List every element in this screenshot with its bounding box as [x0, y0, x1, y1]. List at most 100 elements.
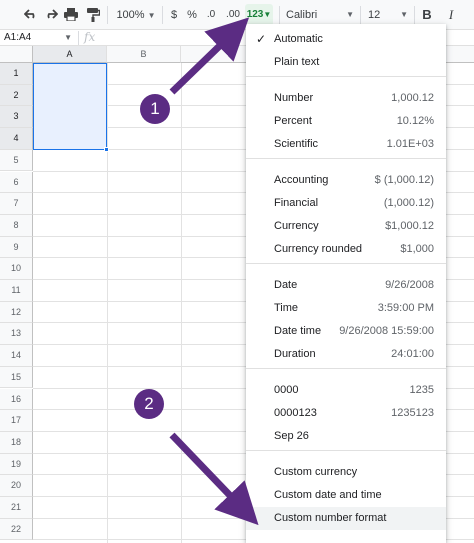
- menu-divider: [246, 450, 446, 451]
- fill-handle[interactable]: [104, 147, 109, 152]
- menu-item-label: Duration: [274, 348, 316, 360]
- grid-column-line: [107, 63, 108, 543]
- menu-item-example: 1235: [409, 384, 434, 396]
- menu-divider: [246, 368, 446, 369]
- row-header[interactable]: 3: [0, 106, 33, 129]
- menu-item-plain-text[interactable]: Plain text: [246, 51, 446, 74]
- number-format-menu: ✓ Automatic Plain text Number 1,000.12 Percen…: [246, 24, 446, 543]
- menu-item-financial[interactable]: Financial (1,000.12): [246, 192, 446, 215]
- row-header[interactable]: 2: [0, 84, 33, 107]
- menu-item-example: 1,000.12: [391, 92, 434, 104]
- menu-item-number[interactable]: Number 1,000.12: [246, 87, 446, 110]
- row-header[interactable]: 19: [0, 453, 33, 476]
- increase-decimal-button[interactable]: .00: [224, 4, 242, 26]
- row-header[interactable]: 7: [0, 193, 33, 215]
- row-header[interactable]: 6: [0, 171, 33, 194]
- column-header-b[interactable]: B: [107, 46, 181, 63]
- increase-decimal-label: .00: [226, 9, 240, 20]
- percent-format-button[interactable]: %: [186, 4, 198, 26]
- paint-format-icon[interactable]: [84, 4, 102, 26]
- row-header[interactable]: 11: [0, 280, 33, 302]
- font-size-select[interactable]: 12 ▼: [368, 4, 408, 26]
- menu-item-label: Number: [274, 92, 314, 104]
- menu-item-format-0000123[interactable]: 0000123 1235123: [246, 402, 446, 425]
- row-header[interactable]: 5: [0, 149, 33, 172]
- more-formats-label: 123: [246, 9, 264, 20]
- menu-divider: [246, 158, 446, 159]
- chevron-down-icon: ▼: [263, 10, 272, 19]
- menu-item-date[interactable]: Date 9/26/2008: [246, 274, 446, 297]
- chevron-down-icon: ▼: [346, 10, 354, 19]
- toolbar-divider: [107, 6, 108, 24]
- row-header[interactable]: 1: [0, 63, 33, 85]
- menu-item-duration[interactable]: Duration 24:01:00: [246, 343, 446, 366]
- row-header[interactable]: 9: [0, 236, 33, 259]
- decrease-decimal-button[interactable]: .0: [204, 4, 218, 26]
- menu-item-currency-rounded[interactable]: Currency rounded $1,000: [246, 238, 446, 261]
- menu-item-custom-number-format[interactable]: Custom number format: [246, 507, 446, 530]
- step-badge-2: 2: [134, 389, 164, 419]
- bold-button[interactable]: B: [420, 4, 434, 26]
- menu-item-custom-date-and-time[interactable]: Custom date and time: [246, 484, 446, 507]
- menu-item-label: Currency rounded: [274, 243, 363, 255]
- menu-item-scientific[interactable]: Scientific 1.01E+03: [246, 133, 446, 156]
- toolbar-divider: [414, 6, 415, 24]
- chevron-down-icon: ▼: [64, 33, 72, 42]
- row-header[interactable]: 20: [0, 475, 33, 497]
- redo-icon[interactable]: [42, 4, 60, 26]
- menu-item-custom-currency[interactable]: Custom currency: [246, 461, 446, 484]
- zoom-select[interactable]: 100% ▼: [113, 4, 159, 26]
- name-box[interactable]: A1:A4 ▼: [4, 31, 74, 45]
- menu-item-format-0000[interactable]: 0000 1235: [246, 379, 446, 402]
- menu-item-label: Date: [274, 279, 298, 291]
- row-header[interactable]: 17: [0, 410, 33, 432]
- menu-item-example: $1,000.12: [385, 220, 434, 232]
- row-header[interactable]: 13: [0, 323, 33, 346]
- menu-item-label: 0000: [274, 384, 299, 396]
- row-header[interactable]: 18: [0, 431, 33, 454]
- italic-button[interactable]: I: [444, 4, 458, 26]
- row-header[interactable]: 16: [0, 388, 33, 411]
- row-header[interactable]: 22: [0, 518, 33, 541]
- menu-item-sep-26[interactable]: Sep 26: [246, 425, 446, 448]
- row-header[interactable]: 10: [0, 258, 33, 280]
- menu-item-example: (1,000.12): [383, 197, 434, 209]
- cell-selection-a1-a4[interactable]: [33, 63, 107, 150]
- menu-item-label: Financial: [274, 197, 319, 209]
- font-select[interactable]: Calibri ▼: [286, 4, 354, 26]
- select-all-corner[interactable]: [0, 46, 33, 63]
- menu-item-example: 1235123: [391, 407, 434, 419]
- menu-divider: [246, 76, 446, 77]
- currency-format-button[interactable]: $: [168, 4, 180, 26]
- font-name: Calibri: [286, 9, 318, 21]
- menu-item-currency[interactable]: Currency $1,000.12: [246, 215, 446, 238]
- column-header-a[interactable]: A: [33, 46, 107, 63]
- menu-item-example: $ (1,000.12): [374, 174, 434, 186]
- row-header[interactable]: 15: [0, 366, 33, 389]
- toolbar-divider: [360, 6, 361, 24]
- print-icon[interactable]: [62, 4, 80, 26]
- menu-item-accounting[interactable]: Accounting $ (1,000.12): [246, 169, 446, 192]
- menu-item-label: Custom date and time: [274, 489, 382, 501]
- menu-item-label: Sep 26: [274, 430, 309, 442]
- row-header[interactable]: 4: [0, 128, 33, 150]
- menu-item-example: 9/26/2008 15:59:00: [339, 325, 434, 337]
- menu-item-label: Plain text: [274, 56, 320, 68]
- toolbar-divider: [162, 6, 163, 24]
- fx-icon: fx: [84, 30, 96, 44]
- row-header[interactable]: 14: [0, 345, 33, 367]
- menu-item-label: Scientific: [274, 138, 319, 150]
- menu-item-label: Date time: [274, 325, 322, 337]
- menu-item-date-time[interactable]: Date time 9/26/2008 15:59:00: [246, 320, 446, 343]
- chevron-down-icon: ▼: [147, 11, 156, 20]
- row-header[interactable]: 8: [0, 214, 33, 237]
- menu-item-time[interactable]: Time 3:59:00 PM: [246, 297, 446, 320]
- row-header[interactable]: 12: [0, 301, 33, 324]
- more-formats-button[interactable]: 123▼: [245, 4, 273, 26]
- undo-icon[interactable]: [22, 4, 40, 26]
- menu-item-percent[interactable]: Percent 10.12%: [246, 110, 446, 133]
- step-badge-1: 1: [140, 94, 170, 124]
- menu-item-automatic[interactable]: ✓ Automatic: [246, 28, 446, 51]
- row-header[interactable]: 21: [0, 497, 33, 519]
- decrease-decimal-label: .0: [206, 9, 216, 20]
